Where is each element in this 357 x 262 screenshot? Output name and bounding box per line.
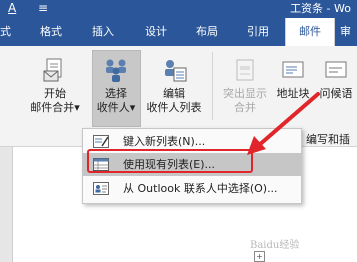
annotation-arrow-icon	[247, 92, 320, 155]
